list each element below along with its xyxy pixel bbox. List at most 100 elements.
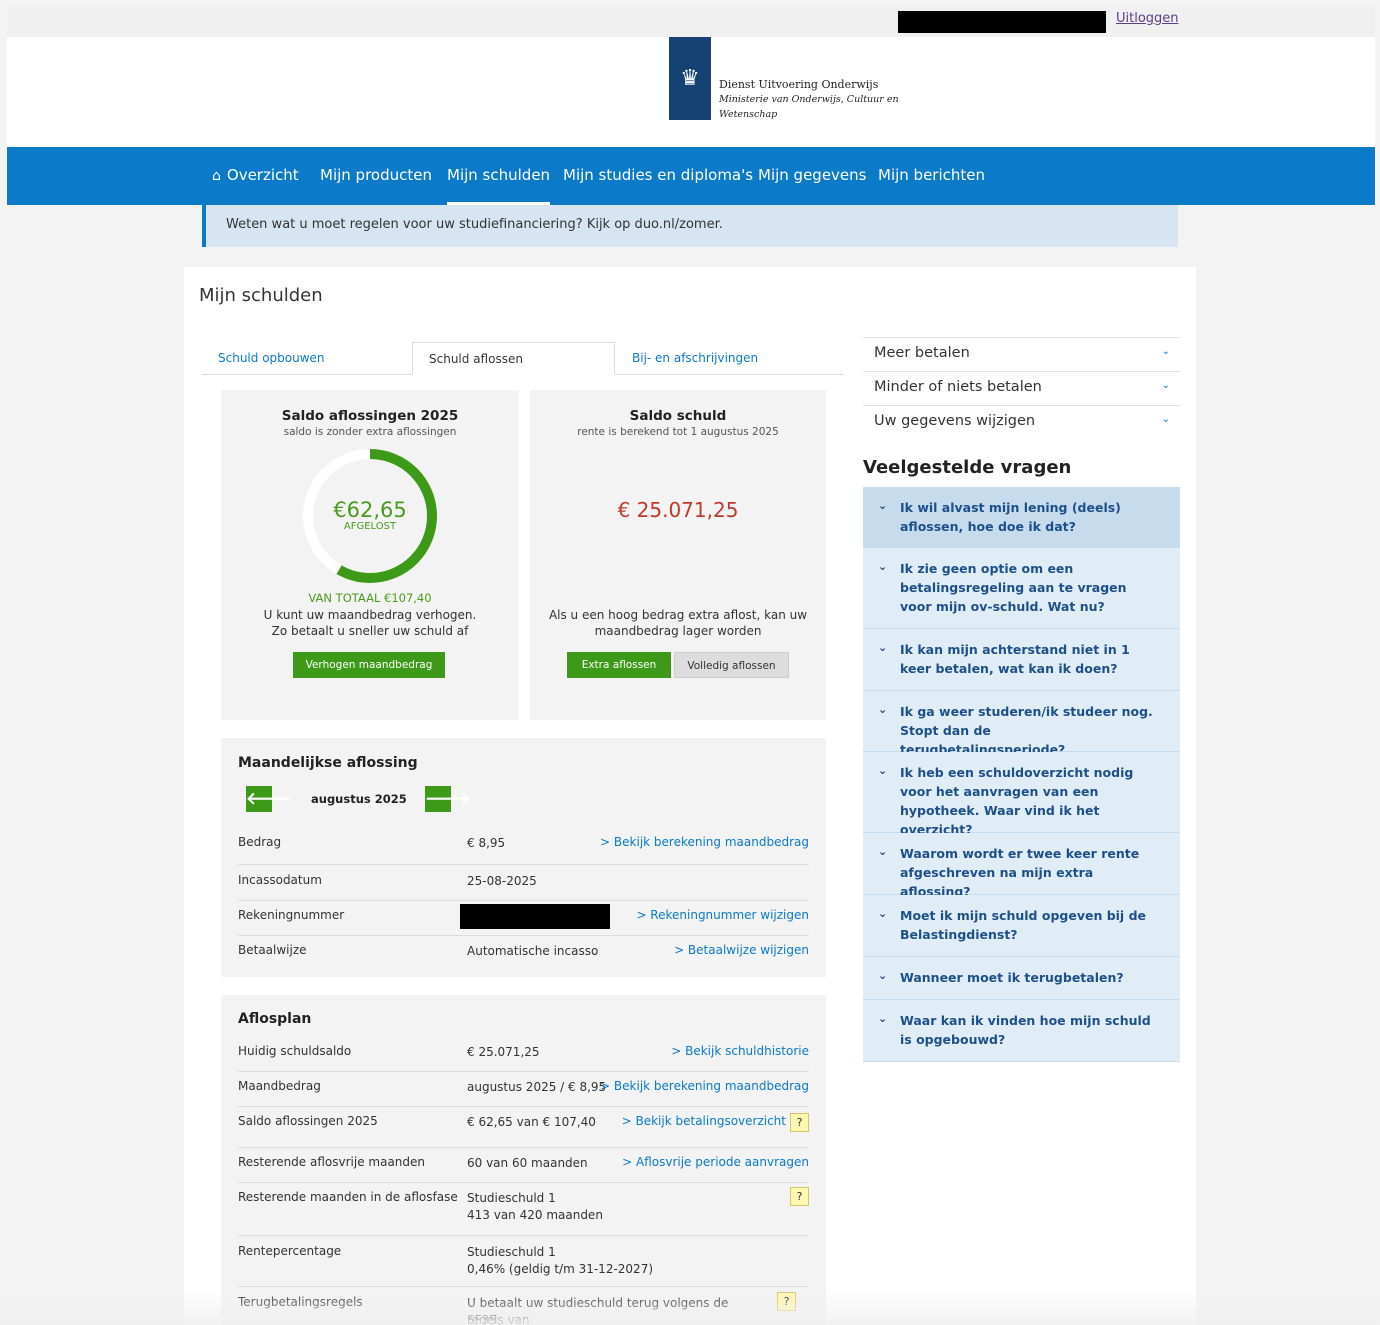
chevron-down-icon: ⌄ bbox=[878, 969, 888, 982]
tab-bij-en-afschrijvingen[interactable]: Bij- en afschrijvingen bbox=[616, 342, 844, 375]
row-label: Rentepercentage bbox=[238, 1244, 342, 1258]
nav-mijn-producten[interactable]: Mijn producten bbox=[320, 147, 432, 205]
logo-line-1: Dienst Uitvoering Onderwijs bbox=[719, 78, 879, 91]
row-value: € 8,95 bbox=[467, 836, 506, 850]
nav-mijn-gegevens[interactable]: Mijn gegevens bbox=[758, 147, 866, 205]
paid-label: AFGELOST bbox=[343, 521, 397, 532]
main-content: Mijn schulden Schuld opbouwen Schuld afl… bbox=[184, 267, 1196, 1325]
paid-amount: €62,65 bbox=[333, 498, 407, 522]
nav-overzicht[interactable]: ⌂ Overzicht bbox=[212, 147, 299, 205]
row-value: Studieschuld 1 bbox=[467, 1191, 556, 1205]
chevron-down-icon: ⌄ bbox=[878, 560, 888, 573]
tab-schuld-opbouwen[interactable]: Schuld opbouwen bbox=[202, 342, 396, 375]
row-link[interactable]: > Aflosvrije periode aanvragen bbox=[622, 1155, 809, 1169]
section-title: Maandelijkse aflossing bbox=[238, 755, 418, 771]
table-row: Rentepercentage Studieschuld 1 0,46% (ge… bbox=[238, 1244, 809, 1287]
faq-item[interactable]: ⌄ Ik ga weer studeren/ik studeer nog. St… bbox=[863, 691, 1180, 757]
row-value-2: 0,46% (geldig t/m 31-12-2027) bbox=[467, 1262, 654, 1276]
faq-question: Moet ik mijn schuld opgeven bij de Belas… bbox=[900, 908, 1146, 942]
help-icon[interactable]: ? bbox=[790, 1113, 809, 1132]
section-title: Aflosplan bbox=[238, 1011, 312, 1027]
chevron-down-icon: ⌄ bbox=[878, 703, 888, 716]
logo-text: Dienst Uitvoering Onderwijs Ministerie v… bbox=[719, 77, 899, 122]
table-row: Saldo aflossingen 2025 € 62,65 van € 107… bbox=[238, 1113, 809, 1148]
accordion-meer-betalen[interactable]: Meer betalen ⌄ bbox=[863, 337, 1180, 370]
chevron-down-icon: ⌄ bbox=[1161, 380, 1170, 391]
card-message-1: U kunt uw maandbedrag verhogen. bbox=[263, 608, 477, 622]
help-icon[interactable]: ? bbox=[777, 1292, 796, 1311]
faq-item[interactable]: ⌄ Waarom wordt er twee keer rente afgesc… bbox=[863, 833, 1180, 899]
row-value: 60 van 60 maanden bbox=[467, 1156, 588, 1170]
table-row: Huidig schuldsaldo € 25.071,25 > Bekijk … bbox=[238, 1044, 809, 1072]
row-value-2: 413 van 420 maanden bbox=[467, 1208, 603, 1222]
row-link[interactable]: > Betaalwijze wijzigen bbox=[674, 943, 809, 957]
home-icon: ⌂ bbox=[212, 168, 221, 184]
row-label: Saldo aflossingen 2025 bbox=[238, 1114, 378, 1128]
chevron-down-icon: ⌄ bbox=[878, 845, 888, 858]
debt-amount: € 25.071,25 bbox=[617, 498, 739, 522]
row-link[interactable]: > Rekeningnummer wijzigen bbox=[636, 908, 809, 922]
faq-item[interactable]: ⌄ Moet ik mijn schuld opgeven bij de Bel… bbox=[863, 895, 1180, 957]
nav-mijn-studies[interactable]: Mijn studies en diploma's bbox=[563, 147, 753, 205]
faq-question: Wanneer moet ik terugbetalen? bbox=[900, 970, 1124, 985]
faq-item[interactable]: ⌄ Ik heb een schuldoverzicht nodig voor … bbox=[863, 752, 1180, 837]
chevron-down-icon: ⌄ bbox=[878, 907, 888, 920]
card-saldo-aflossingen: Saldo aflossingen 2025 saldo is zonder e… bbox=[221, 390, 519, 720]
faq-question: Ik kan mijn achterstand niet in 1 keer b… bbox=[900, 642, 1130, 676]
tab-schuld-aflossen[interactable]: Schuld aflossen bbox=[412, 342, 615, 375]
crest-logo-icon: ♛ bbox=[669, 37, 711, 120]
card-message-2: maandbedrag lager worden bbox=[594, 624, 762, 638]
table-row: Maandbedrag augustus 2025 / € 8,95 > Bek… bbox=[238, 1079, 809, 1107]
faq-item[interactable]: ⌄ Ik wil alvast mijn lening (deels) aflo… bbox=[863, 487, 1180, 548]
chevron-down-icon: ⌄ bbox=[878, 499, 888, 512]
previous-month-arrow-icon[interactable]: 🡐 bbox=[246, 786, 292, 812]
nav-overzicht-label: Overzicht bbox=[226, 166, 299, 184]
tabs: Schuld opbouwen Schuld aflossen Bij- en … bbox=[202, 342, 844, 375]
row-link[interactable]: > Bekijk berekening maandbedrag bbox=[600, 835, 809, 849]
faq-title: Veelgestelde vragen bbox=[863, 457, 1072, 478]
accordion-gegevens-wijzigen[interactable]: Uw gegevens wijzigen ⌄ bbox=[863, 405, 1180, 438]
table-row: Rekeningnummer > Rekeningnummer wijzigen bbox=[238, 904, 809, 936]
help-icon[interactable]: ? bbox=[790, 1187, 809, 1206]
row-label: Resterende maanden in de aflosfase bbox=[238, 1190, 458, 1204]
next-month-arrow-icon[interactable]: 🡒 bbox=[425, 786, 471, 812]
page: Uitloggen ♛ Dienst Uitvoering Onderwijs … bbox=[0, 0, 1380, 1325]
logo-line-3: Wetenschap bbox=[719, 109, 778, 120]
current-month: augustus 2025 bbox=[311, 792, 407, 806]
table-row: Resterende maanden in de aflosfase Studi… bbox=[238, 1187, 809, 1236]
row-link[interactable]: > Bekijk betalingsoverzicht bbox=[622, 1114, 786, 1128]
accordion-label: Uw gegevens wijzigen bbox=[874, 413, 1036, 429]
accordion-minder-betalen[interactable]: Minder of niets betalen ⌄ bbox=[863, 371, 1180, 404]
table-row: Terugbetalingsregels U betaalt uw studie… bbox=[238, 1292, 809, 1325]
nav-mijn-berichten[interactable]: Mijn berichten bbox=[878, 147, 985, 205]
faq-item[interactable]: ⌄ Waar kan ik vinden hoe mijn schuld is … bbox=[863, 1000, 1180, 1062]
row-label: Maandbedrag bbox=[238, 1079, 321, 1093]
card-message-2: Zo betaalt u sneller uw schuld af bbox=[271, 624, 469, 638]
main-nav: ⌂ Overzicht Mijn producten Mijn schulden … bbox=[7, 147, 1375, 205]
row-link[interactable]: > Bekijk berekening maandbedrag bbox=[600, 1079, 809, 1093]
faq-item[interactable]: ⌄ Ik zie geen optie om een betalingsrege… bbox=[863, 548, 1180, 629]
faq-question: Ik zie geen optie om een betalingsregeli… bbox=[900, 561, 1127, 614]
row-label: Incassodatum bbox=[238, 873, 322, 887]
row-value: Studieschuld 1 bbox=[467, 1245, 556, 1259]
faq-item[interactable]: ⌄ Wanneer moet ik terugbetalen? bbox=[863, 957, 1180, 1000]
increase-monthly-button[interactable]: Verhogen maandbedrag bbox=[293, 652, 445, 678]
extra-repay-button[interactable]: Extra aflossen bbox=[567, 652, 671, 678]
card-subtitle: rente is berekend tot 1 augustus 2025 bbox=[577, 426, 779, 438]
faq-question: Waar kan ik vinden hoe mijn schuld is op… bbox=[900, 1013, 1151, 1047]
logout-link[interactable]: Uitloggen bbox=[1116, 11, 1179, 26]
row-value: Automatische incasso bbox=[467, 944, 599, 958]
faq-item[interactable]: ⌄ Ik kan mijn achterstand niet in 1 keer… bbox=[863, 629, 1180, 691]
row-value-2: SF35. bbox=[467, 1313, 501, 1325]
full-repay-button[interactable]: Volledig aflossen bbox=[674, 652, 789, 678]
notice-banner[interactable]: Weten wat u moet regelen voor uw studief… bbox=[202, 205, 1178, 247]
row-label: Rekeningnummer bbox=[238, 908, 345, 922]
faq-question: Ik wil alvast mijn lening (deels) afloss… bbox=[900, 500, 1121, 534]
header: ♛ Dienst Uitvoering Onderwijs Ministerie… bbox=[7, 37, 1375, 147]
card-message-1: Als u een hoog bedrag extra aflost, kan … bbox=[548, 608, 808, 622]
nav-mijn-schulden[interactable]: Mijn schulden bbox=[447, 147, 551, 205]
row-link[interactable]: > Bekijk schuldhistorie bbox=[671, 1044, 809, 1058]
chevron-down-icon: ⌄ bbox=[878, 641, 888, 654]
accordion-label: Meer betalen bbox=[874, 345, 970, 361]
card-title: Saldo schuld bbox=[629, 408, 727, 424]
